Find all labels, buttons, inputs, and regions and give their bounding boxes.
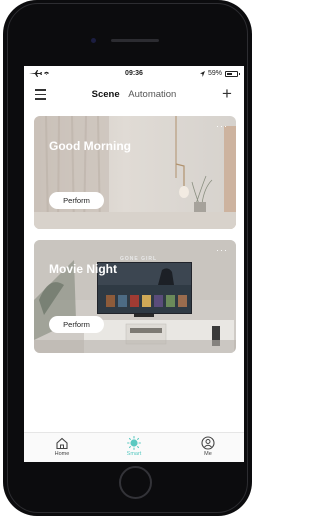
good-morning-photo — [34, 116, 236, 229]
tab-me[interactable]: Me — [183, 436, 233, 457]
perform-button[interactable]: Perform — [49, 192, 104, 209]
tab-smart-label: Smart — [126, 451, 142, 457]
more-options-icon[interactable]: ··· — [216, 246, 228, 255]
status-bar: 09:36 59% — [24, 66, 244, 82]
top-nav: Scene Automation + — [24, 84, 244, 106]
more-options-icon[interactable]: ··· — [216, 122, 228, 131]
tv-screen-text: GONE GIRL — [120, 256, 158, 262]
earpiece-speaker — [111, 39, 159, 42]
battery-percent: 59% — [207, 70, 222, 77]
tab-me-label: Me — [204, 451, 212, 457]
scene-card-movie-night[interactable]: ··· Movie Night Perform GONE GIRL — [34, 240, 236, 353]
tab-smart[interactable]: Smart — [109, 436, 159, 457]
user-icon — [201, 436, 215, 450]
add-scene-plus-icon[interactable]: + — [222, 85, 232, 102]
tab-automation[interactable]: Automation — [128, 89, 176, 100]
home-icon — [56, 437, 68, 450]
scene-automation-tabs: Scene Automation — [24, 89, 244, 100]
bottom-tab-bar: Home Smart Me — [24, 432, 244, 462]
scene-card-good-morning[interactable]: ··· Good Morning Perform — [34, 116, 236, 229]
phone-frame: 09:36 59% Scene Automation + ··· Good Mo… — [3, 0, 252, 516]
location-arrow-icon — [199, 70, 205, 77]
perform-button[interactable]: Perform — [49, 316, 104, 333]
home-hardware-button[interactable] — [119, 466, 152, 499]
battery-icon — [225, 70, 240, 77]
tab-home[interactable]: Home — [37, 436, 87, 457]
front-camera — [91, 38, 96, 43]
tab-scene[interactable]: Scene — [92, 89, 120, 100]
scene-title: Good Morning — [49, 139, 131, 153]
status-right: 59% — [199, 70, 240, 77]
scene-title: Movie Night — [49, 262, 117, 276]
page: 09:36 59% Scene Automation + ··· Good Mo… — [0, 0, 255, 516]
app-screen: 09:36 59% Scene Automation + ··· Good Mo… — [24, 66, 244, 462]
smart-sun-icon — [127, 436, 141, 450]
tab-home-label: Home — [54, 451, 70, 457]
